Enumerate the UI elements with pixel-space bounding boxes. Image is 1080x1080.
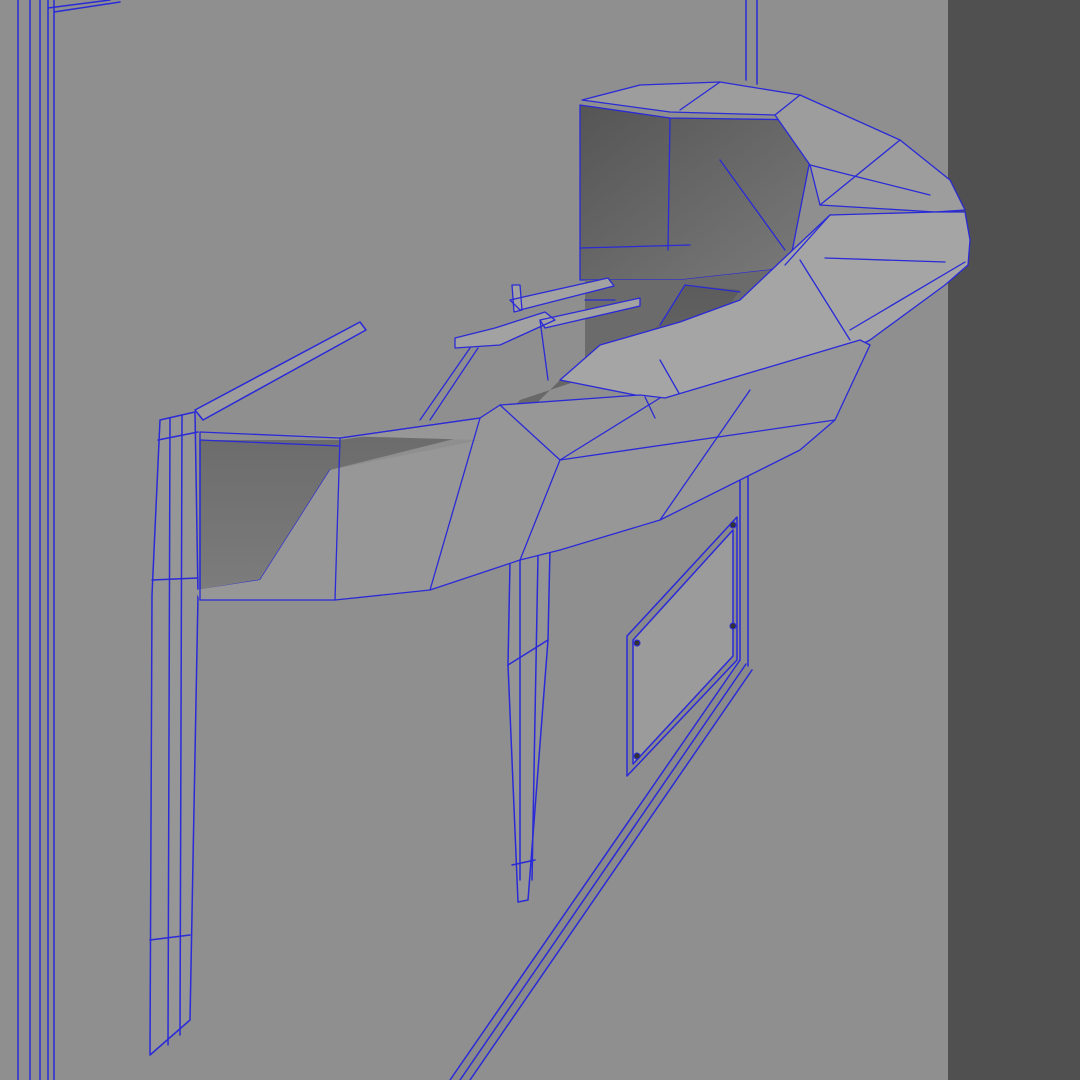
plate-screw: [633, 639, 641, 647]
plate-screw: [633, 752, 641, 760]
box-back-wall: [579, 104, 813, 281]
wall-side: [948, 0, 1080, 1080]
plate-screw: [729, 521, 737, 529]
left-leg: [149, 411, 199, 1056]
wireframe-scene: [0, 0, 1080, 1080]
plate-screw: [729, 622, 737, 630]
mailbox-wireframe-render: [0, 0, 1080, 1080]
